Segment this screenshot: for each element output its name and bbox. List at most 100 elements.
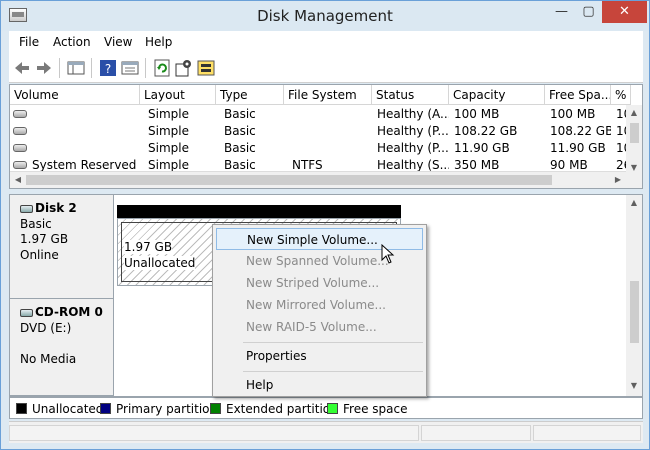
legend-label: Free space (343, 402, 408, 416)
maximize-button[interactable]: ▢ (575, 1, 602, 23)
scroll-left-arrow-icon[interactable]: ◀ (10, 175, 26, 184)
disk-name: Disk 2 (35, 201, 77, 215)
column-header-file-system[interactable]: File System (284, 85, 372, 105)
properties-pane-icon[interactable] (121, 59, 139, 77)
volume-status: Healthy (P... (377, 141, 449, 155)
menu-action[interactable]: Action (53, 35, 91, 49)
disk-management-window: Disk Management — ▢ ✕ File Action View H… (0, 0, 650, 450)
volume-name (28, 123, 140, 140)
unallocated-color-bar (117, 205, 401, 218)
disk-pane-vertical-scrollbar[interactable]: ▲ ▼ (626, 195, 642, 396)
close-button[interactable]: ✕ (602, 1, 647, 23)
column-header-volume[interactable]: Volume (10, 85, 140, 105)
disk-kind: DVD (E:) (20, 320, 72, 335)
menu-item-new-mirrored-volume[interactable]: New Mirrored Volume... (216, 294, 423, 316)
volume-layout: Simple (148, 124, 189, 138)
svg-text:?: ? (105, 62, 111, 76)
volume-percent-free: 10 (616, 107, 626, 121)
scroll-thumb[interactable] (26, 175, 552, 185)
scroll-down-arrow-icon[interactable]: ▼ (626, 381, 642, 390)
back-arrow-icon[interactable] (13, 59, 31, 77)
disk-2-label[interactable]: Disk 2 Basic 1.97 GB Online (10, 195, 114, 299)
minimize-button[interactable]: — (548, 1, 575, 23)
console-tree-icon[interactable] (67, 59, 85, 77)
partition-info: 1.97 GB Unallocated (124, 239, 196, 271)
volume-capacity: 100 MB (454, 107, 500, 121)
toolbar: ? (9, 53, 643, 83)
volume-type: Basic (224, 107, 256, 121)
volume-name (28, 106, 140, 123)
status-segment (533, 425, 641, 441)
legend-swatch (327, 403, 338, 414)
volume-layout: Simple (148, 107, 189, 121)
status-segment (421, 425, 531, 441)
help-icon[interactable]: ? (99, 59, 117, 77)
disk-properties-icon[interactable] (197, 59, 215, 77)
volume-capacity: 11.90 GB (454, 141, 510, 155)
settings-icon[interactable] (175, 59, 193, 77)
legend-swatch (210, 403, 221, 414)
partition-size: 1.97 GB (124, 240, 173, 254)
optical-drive-icon (20, 308, 33, 317)
partition-label: Unallocated (124, 256, 196, 270)
menu-view[interactable]: View (104, 35, 132, 49)
status-segment (9, 425, 419, 441)
volume-list: Volume Layout Type File System Status Ca… (9, 84, 643, 189)
menu-separator (243, 371, 423, 372)
column-header-free-space[interactable]: Free Spa... (545, 85, 611, 105)
volume-free-space: 108.22 GB (550, 124, 611, 138)
scroll-right-arrow-icon[interactable]: ▶ (610, 175, 626, 184)
legend-label: Extended partition (226, 402, 338, 416)
volume-status: Healthy (P... (377, 124, 449, 138)
volume-file-system (288, 106, 372, 123)
disk-state: No Media (20, 351, 77, 366)
scroll-thumb[interactable] (630, 281, 639, 343)
volume-percent-free: 10 (616, 124, 626, 138)
disk-kind: Basic (20, 216, 52, 231)
menu-item-new-raid-5-volume[interactable]: New RAID-5 Volume... (216, 316, 423, 338)
volume-name (28, 140, 140, 157)
toolbar-separator (59, 58, 60, 78)
menu-separator (243, 342, 423, 343)
legend-item: Free space (327, 402, 407, 416)
scroll-up-arrow-icon[interactable]: ▲ (626, 198, 642, 207)
volume-drive-icon (13, 110, 27, 118)
volume-layout: Simple (148, 141, 189, 155)
disk-state: Online (20, 247, 59, 262)
title-bar[interactable]: Disk Management — ▢ ✕ (1, 1, 649, 31)
column-header-capacity[interactable]: Capacity (449, 85, 545, 105)
menu-item-properties[interactable]: Properties (216, 345, 423, 367)
scroll-thumb[interactable] (630, 123, 639, 143)
column-header-status[interactable]: Status (372, 85, 449, 105)
disk-size: 1.97 GB (20, 232, 69, 246)
cd-rom-0-label[interactable]: CD-ROM 0 DVD (E:) No Media (10, 299, 114, 396)
volume-type: Basic (224, 124, 256, 138)
volume-list-vertical-scrollbar[interactable]: ▲ ▼ (626, 105, 642, 188)
volume-list-horizontal-scrollbar[interactable]: ◀ ▶ (10, 171, 626, 188)
legend-label: Primary partition (116, 402, 218, 416)
scroll-up-arrow-icon[interactable]: ▲ (626, 108, 642, 117)
refresh-icon[interactable] (153, 59, 171, 77)
menu-bar: File Action View Help (9, 31, 643, 53)
mouse-pointer-icon (381, 244, 395, 264)
menu-item-help[interactable]: Help (216, 374, 423, 396)
volume-free-space: 11.90 GB (550, 141, 606, 155)
legend-item: Unallocated (16, 402, 103, 416)
menu-help[interactable]: Help (145, 35, 172, 49)
legend-swatch (16, 403, 27, 414)
legend-label: Unallocated (32, 402, 104, 416)
scroll-down-arrow-icon[interactable]: ▼ (626, 163, 642, 172)
column-header-layout[interactable]: Layout (140, 85, 216, 105)
menu-file[interactable]: File (19, 35, 39, 49)
legend-swatch (100, 403, 111, 414)
volume-file-system (288, 140, 372, 157)
volume-status: Healthy (A... (377, 107, 449, 121)
menu-item-new-striped-volume[interactable]: New Striped Volume... (216, 272, 423, 294)
volume-percent-free: 10 (616, 141, 626, 155)
disk-name: CD-ROM 0 (35, 305, 103, 319)
volume-drive-icon (13, 161, 27, 169)
toolbar-separator (145, 58, 146, 78)
column-header-percent-free[interactable]: % (611, 85, 631, 105)
column-header-type[interactable]: Type (216, 85, 284, 105)
forward-arrow-icon[interactable] (35, 59, 53, 77)
